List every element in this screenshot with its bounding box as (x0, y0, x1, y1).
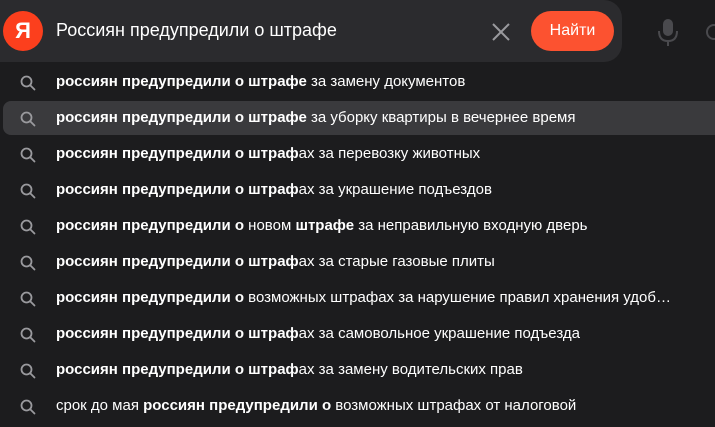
suggestion-rest-text: возможных штрафах за нарушение правил хр… (244, 289, 671, 306)
suggestion-text: россиян предупредили о штрафах за самово… (56, 325, 580, 342)
suggestion-rest-text: за уборку квартиры в вечернее время (306, 109, 576, 126)
search-icon (20, 75, 36, 91)
close-icon[interactable] (487, 18, 515, 46)
suggestion-text: россиян предупредили о штрафах за замену… (56, 361, 523, 378)
search-header: Я Россиян предупредили о штрафе Найти (0, 0, 715, 62)
search-submit-button[interactable]: Найти (531, 11, 614, 51)
search-icon (20, 399, 36, 415)
suggestion-rest-text: возможных штрафах от налоговой (331, 397, 577, 414)
suggestion-rest-text: ах за старые газовые плиты (298, 253, 495, 270)
suggestion-item[interactable]: россиян предупредили о штрафе за замену … (0, 64, 715, 100)
suggestion-match-text: россиян предупредили о (56, 289, 245, 306)
settings-icon[interactable] (700, 17, 715, 47)
search-icon (20, 363, 36, 379)
suggestion-item[interactable]: россиян предупредили о новом штрафе за н… (0, 208, 715, 244)
suggestion-item[interactable]: россиян предупредили о штрафе за уборку … (0, 100, 715, 136)
suggestion-match-text: россиян предупредили о штраф (56, 253, 299, 270)
yandex-logo[interactable]: Я (3, 11, 43, 51)
suggestion-rest-text: за замену документов (306, 73, 466, 90)
search-icon (20, 219, 36, 235)
suggestion-rest-text: за неправильную входную дверь (354, 217, 588, 234)
suggestion-item[interactable]: россиян предупредили о штрафах за перево… (0, 136, 715, 172)
suggestion-item[interactable]: россиян предупредили о штрафах за старые… (0, 244, 715, 280)
search-icon (20, 255, 36, 271)
suggestion-match-text: россиян предупредили о штраф (56, 325, 299, 342)
suggestion-match-text: россиян предупредили о штраф (56, 361, 299, 378)
suggestion-text: россиян предупредили о новом штрафе за н… (56, 217, 588, 234)
suggestion-item[interactable]: россиян предупредили о штрафах за самово… (0, 316, 715, 352)
suggestion-match-text: штрафе (295, 217, 355, 234)
search-icon (20, 327, 36, 343)
suggestion-text: срок до мая россиян предупредили о возмо… (56, 397, 576, 414)
suggestions-list: россиян предупредили о штрафе за замену … (0, 64, 715, 424)
microphone-icon[interactable] (655, 17, 681, 47)
suggestion-rest-text: новом (244, 217, 296, 234)
suggestion-rest-text: срок до мая (56, 397, 144, 414)
suggestion-text: россиян предупредили о штрафе за замену … (56, 73, 465, 90)
suggestion-match-text: россиян предупредили о (56, 217, 245, 234)
suggestion-item[interactable]: россиян предупредили о штрафах за замену… (0, 352, 715, 388)
suggestion-text: россиян предупредили о штрафе за уборку … (56, 109, 575, 126)
suggestion-text: россиян предупредили о штрафах за украше… (56, 181, 492, 198)
suggestion-text: россиян предупредили о штрафах за перево… (56, 145, 480, 162)
suggestion-rest-text: ах за перевозку животных (298, 145, 481, 162)
suggestion-match-text: россиян предупредили о штрафе (56, 109, 307, 126)
suggestion-match-text: россиян предупредили о штрафе (56, 73, 307, 90)
suggestion-text: россиян предупредили о штрафах за старые… (56, 253, 495, 270)
search-icon (20, 183, 36, 199)
search-icon (20, 291, 36, 307)
suggestion-text: россиян предупредили о возможных штрафах… (56, 289, 671, 306)
suggestion-item[interactable]: россиян предупредили о возможных штрафах… (0, 280, 715, 316)
search-box: Я Россиян предупредили о штрафе Найти (0, 0, 622, 62)
search-input[interactable]: Россиян предупредили о штрафе (56, 20, 337, 41)
suggestion-match-text: россиян предупредили о штраф (56, 145, 299, 162)
suggestion-rest-text: ах за замену водительских прав (298, 361, 523, 378)
search-icon (20, 111, 36, 127)
suggestion-rest-text: ах за украшение подъездов (298, 181, 492, 198)
suggestion-match-text: россиян предупредили о (143, 397, 332, 414)
suggestion-item[interactable]: срок до мая россиян предупредили о возмо… (0, 388, 715, 424)
suggestion-rest-text: ах за самовольное украшение подъезда (298, 325, 580, 342)
suggestion-match-text: россиян предупредили о штраф (56, 181, 299, 198)
suggestion-item[interactable]: россиян предупредили о штрафах за украше… (0, 172, 715, 208)
search-icon (20, 147, 36, 163)
